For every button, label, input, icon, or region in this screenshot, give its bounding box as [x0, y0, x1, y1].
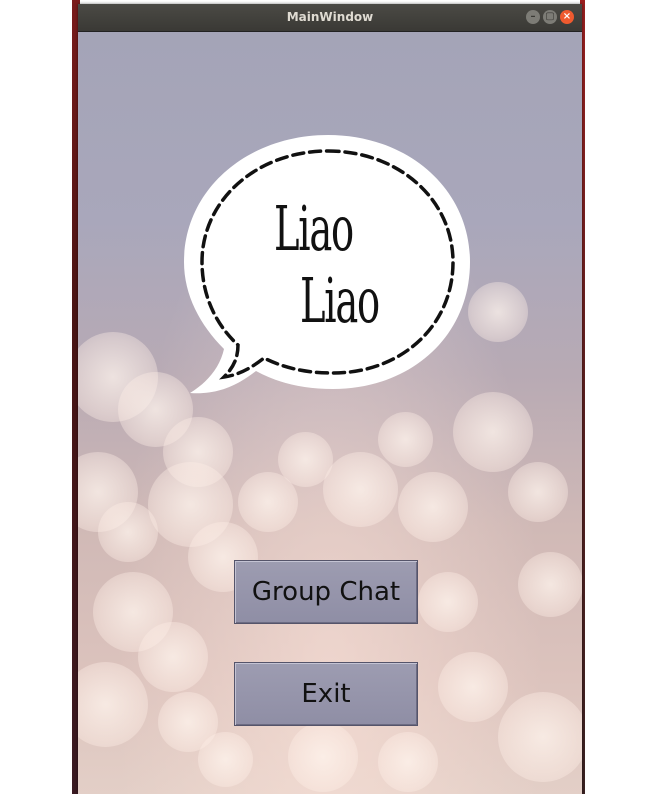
exit-button[interactable]: Exit [234, 662, 418, 726]
group-chat-button[interactable]: Group Chat [234, 560, 418, 624]
main-content: Liao Liao Group Chat Exit [78, 32, 582, 794]
bokeh-circle [138, 622, 208, 692]
window-titlebar[interactable]: MainWindow – ▢ × [78, 4, 582, 32]
bokeh-circle [288, 722, 358, 792]
minimize-button[interactable]: – [526, 10, 540, 24]
bokeh-circle [78, 662, 148, 747]
screen: MainWindow – ▢ × Liao Liao Group Chat Ex… [0, 0, 656, 794]
bokeh-circle [198, 732, 253, 787]
bokeh-circle [378, 732, 438, 792]
bokeh-circle [323, 452, 398, 527]
window-controls: – ▢ × [526, 10, 574, 24]
bokeh-circle [518, 552, 582, 617]
bokeh-circle [418, 572, 478, 632]
maximize-button[interactable]: ▢ [543, 10, 557, 24]
bokeh-circle [498, 692, 582, 782]
logo-text-line-2: Liao [300, 264, 380, 337]
main-window: MainWindow – ▢ × Liao Liao Group Chat Ex… [78, 4, 582, 794]
window-title: MainWindow [286, 10, 374, 24]
close-button[interactable]: × [560, 10, 574, 24]
logo-text-line-1: Liao [274, 192, 354, 265]
bokeh-circle [378, 412, 433, 467]
bokeh-circle [398, 472, 468, 542]
bokeh-circle [438, 652, 508, 722]
bokeh-circle [508, 462, 568, 522]
